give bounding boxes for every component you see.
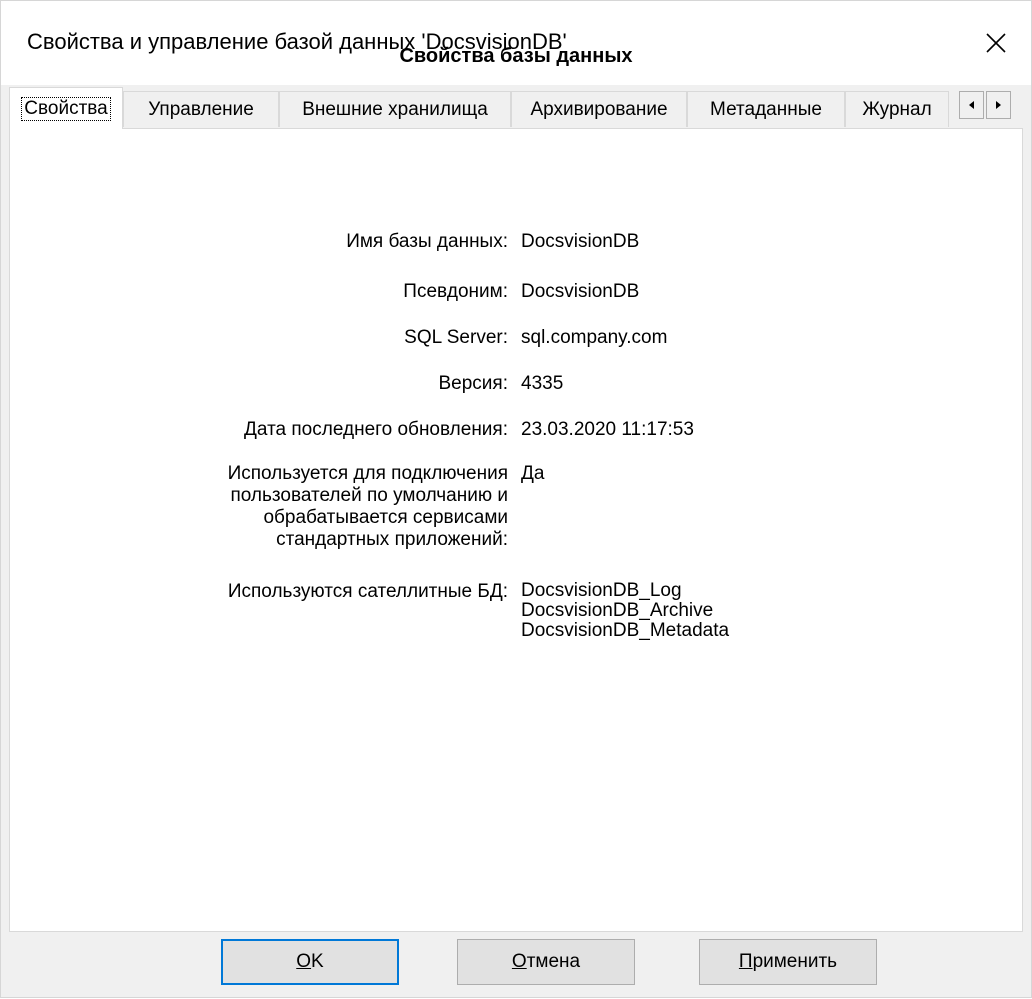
tab-scroll-left-button[interactable] xyxy=(959,91,984,119)
tab-archiving[interactable]: Архивирование xyxy=(511,91,687,127)
satellite-db-label: Используются сателлитные БД: xyxy=(227,581,508,602)
tab-strip: Свойства Управление Внешние хранилища Ар… xyxy=(9,85,1023,129)
title-bar: Свойства и управление базой данных 'Docs… xyxy=(1,1,1031,85)
cancel-button[interactable]: Отмена xyxy=(457,939,635,985)
tab-metadata[interactable]: Метаданные xyxy=(687,91,845,127)
cancel-label: тмена xyxy=(526,951,581,972)
satellite-db-list: DocsvisionDB_Log DocsvisionDB_Archive Do… xyxy=(521,581,729,641)
apply-mnemonic: П xyxy=(738,951,753,972)
last-update-label: Дата последнего обновления: xyxy=(244,419,508,440)
default-connection-label-line: пользователей по умолчанию и xyxy=(230,485,508,506)
tab-journal[interactable]: Журнал xyxy=(845,91,949,127)
apply-label: рименить xyxy=(752,951,838,972)
tab-label: Управление xyxy=(148,98,254,120)
ok-button[interactable]: OK xyxy=(221,939,399,985)
properties-panel xyxy=(9,128,1023,932)
satellite-db-item: DocsvisionDB_Log xyxy=(521,580,682,601)
ok-label: K xyxy=(311,951,324,972)
default-connection-value: Да xyxy=(521,463,545,484)
default-connection-label-line: обрабатывается сервисами xyxy=(263,507,508,528)
sql-server-label: SQL Server: xyxy=(404,327,508,348)
alias-label: Псевдоним: xyxy=(403,281,508,302)
tab-label: Внешние хранилища xyxy=(302,98,488,120)
version-value: 4335 xyxy=(521,373,564,394)
tab-label: Архивирование xyxy=(530,98,668,120)
cancel-mnemonic: О xyxy=(511,951,527,972)
tab-label: Журнал xyxy=(862,98,932,120)
tab-label: Метаданные xyxy=(710,98,822,120)
database-name-label: Имя базы данных: xyxy=(346,231,508,252)
satellite-db-item: DocsvisionDB_Metadata xyxy=(521,620,730,641)
ok-mnemonic: O xyxy=(296,951,312,972)
scroll-left-icon xyxy=(969,101,974,109)
tab-management[interactable]: Управление xyxy=(123,91,279,127)
version-label: Версия: xyxy=(438,373,509,394)
satellite-db-item: DocsvisionDB_Archive xyxy=(521,600,714,621)
tab-scroll-buttons xyxy=(959,91,1013,119)
button-bar: OK Отмена Применить xyxy=(1,937,1032,999)
alias-value: DocsvisionDB xyxy=(521,281,640,302)
close-button[interactable] xyxy=(961,1,1031,85)
tab-label: Свойства xyxy=(21,96,111,121)
dialog-window: Свойства и управление базой данных 'Docs… xyxy=(0,0,1032,998)
default-connection-label-line: Используется для подключения xyxy=(227,463,508,484)
tab-properties[interactable]: Свойства xyxy=(9,87,123,129)
section-heading: Свойства базы данных xyxy=(399,45,633,67)
database-name-value: DocsvisionDB xyxy=(521,231,640,252)
sql-server-value: sql.company.com xyxy=(521,327,668,348)
tab-external-storage[interactable]: Внешние хранилища xyxy=(279,91,511,127)
tab-scroll-right-button[interactable] xyxy=(986,91,1011,119)
scroll-right-icon xyxy=(996,101,1001,109)
default-connection-label: Используется для подключения пользовател… xyxy=(228,463,508,551)
last-update-value: 23.03.2020 11:17:53 xyxy=(521,419,694,440)
apply-button[interactable]: Применить xyxy=(699,939,877,985)
default-connection-label-line: стандартных приложений: xyxy=(276,529,508,550)
